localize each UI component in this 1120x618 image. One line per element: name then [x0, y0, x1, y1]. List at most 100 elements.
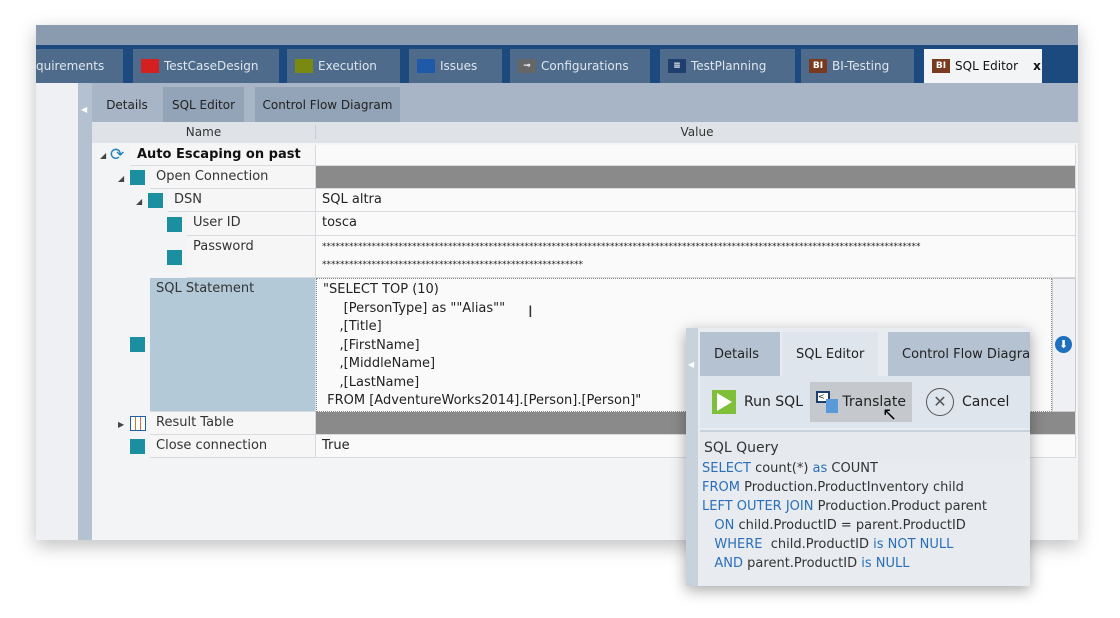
module-icon [148, 193, 163, 208]
module-icon [167, 217, 182, 232]
list-icon: ≡ [668, 59, 686, 73]
tab-testplanning[interactable]: ≡ TestPlanning [660, 49, 795, 83]
sql-text: Production.ProductInventory child [739, 480, 964, 495]
table-header: Name Value [92, 122, 1078, 143]
sql-keyword: is NULL [861, 556, 910, 571]
user-id-value[interactable]: tosca [316, 212, 1076, 236]
sql-text: Production.Product parent [813, 499, 988, 514]
tab-label: Configurations [541, 59, 629, 73]
tree-row-sql-statement[interactable]: SQL Statement [150, 278, 316, 412]
root-value [316, 145, 1076, 166]
popup-tab-details[interactable]: Details [700, 332, 780, 376]
sql-text: count(*) [750, 461, 813, 476]
tab-bi-testing[interactable]: BI BI-Testing [801, 49, 914, 83]
cancel-label: Cancel [962, 394, 1010, 410]
sql-text: child.ProductID [762, 537, 874, 552]
subtab-control-flow-diagram[interactable]: Control Flow Diagram [255, 87, 400, 122]
tab-label: Execution [318, 59, 377, 73]
module-icon [130, 170, 145, 185]
sub-tab-bar: Details SQL Editor Control Flow Diagram [92, 83, 1078, 122]
expand-triangle-icon[interactable]: ◢ [136, 197, 142, 206]
module-icon [130, 439, 145, 454]
sql-text: COUNT [827, 461, 878, 476]
sql-query-label: SQL Query [700, 430, 1030, 460]
tab-requirements[interactable]: quirements [36, 49, 123, 83]
bi-icon: BI [932, 59, 950, 73]
sql-line: "SELECT TOP (10) [323, 282, 439, 297]
sql-keyword: is NOT NULL [873, 537, 954, 552]
query-line: LEFT OUTER JOIN Production.Product paren… [702, 499, 1030, 518]
popup-tab-sql-editor[interactable]: SQL Editor [782, 332, 878, 376]
open-connection-value [316, 166, 1076, 189]
tree-row-user-id[interactable]: User ID [187, 212, 316, 236]
cancel-circle-icon: ✕ [926, 388, 954, 416]
bi-icon: BI [809, 59, 827, 73]
name-column-header: Name [92, 125, 316, 139]
tab-label: SQL Editor [955, 59, 1019, 73]
expand-triangle-icon[interactable]: ◢ [100, 151, 106, 160]
chevron-left-icon[interactable]: ◀ [688, 360, 694, 369]
folder-olive-icon [295, 59, 313, 73]
sql-keyword: FROM [702, 480, 740, 495]
popup-tab-control-flow-diagram[interactable]: Control Flow Diagram [888, 332, 1030, 376]
sql-keyword: WHERE [714, 537, 763, 552]
tab-label: TestPlanning [691, 59, 767, 73]
text-cursor-icon: I [528, 302, 533, 321]
sql-keyword: as [812, 461, 828, 476]
collapse-strip[interactable]: ◀ [686, 328, 698, 586]
run-sql-label: Run SQL [744, 394, 804, 410]
sql-editor-popup: ◀ Details SQL Editor Control Flow Diagra… [686, 328, 1030, 586]
tree-row-open-connection[interactable]: Open Connection [150, 166, 316, 189]
sql-keyword: ON [714, 518, 735, 533]
sql-query-text[interactable]: SELECT count(*) as COUNT FROM Production.… [702, 461, 1030, 586]
value-column-header: Value [680, 125, 714, 139]
collapse-strip[interactable]: ◀ [78, 83, 92, 540]
tree-row-result-table[interactable]: Result Table [150, 412, 316, 435]
tree-row-password[interactable]: Password [187, 236, 316, 278]
sql-keyword: SELECT [702, 461, 751, 476]
query-line: WHERE child.ProductID is NOT NULL [702, 537, 1030, 556]
module-icon [130, 337, 145, 352]
sql-scrollbar[interactable]: ⬇ [1052, 278, 1076, 412]
expand-triangle-icon[interactable]: ▶ [118, 420, 124, 429]
play-icon [712, 390, 736, 414]
dsn-value[interactable]: SQL altra [316, 189, 1076, 212]
query-line: ON child.ProductID = parent.ProductID [702, 518, 1030, 537]
tab-label: Issues [440, 59, 478, 73]
password-line-1: ****************************************… [322, 242, 921, 252]
tab-execution[interactable]: Execution [287, 49, 400, 83]
tree-row-root[interactable]: Auto Escaping on past [131, 145, 316, 166]
module-icon [167, 250, 182, 265]
table-icon [130, 416, 146, 431]
tab-label: BI-Testing [832, 59, 890, 73]
sql-keyword: AND [714, 556, 744, 571]
tab-configurations[interactable]: ⊸ Configurations [510, 49, 650, 83]
arrow-down-circle-icon[interactable]: ⬇ [1055, 336, 1072, 353]
expand-triangle-icon[interactable]: ◢ [118, 174, 124, 183]
tab-issues[interactable]: Issues [409, 49, 502, 83]
cancel-button[interactable]: ✕ Cancel [920, 382, 1015, 422]
tab-sql-editor[interactable]: BI SQL Editor x [924, 49, 1042, 83]
subtab-sql-editor[interactable]: SQL Editor [163, 87, 244, 122]
main-tab-bar: quirements TestCaseDesign Execution Issu… [36, 45, 1078, 83]
subtab-details[interactable]: Details [97, 87, 157, 122]
translate-icon: < [816, 391, 838, 413]
sql-text: child.ProductID = parent.ProductID [734, 518, 966, 533]
tree-row-dsn[interactable]: DSN [168, 189, 316, 212]
folder-red-icon [141, 59, 159, 73]
password-value[interactable]: ****************************************… [316, 236, 1076, 278]
left-sidebar [36, 83, 78, 540]
query-line: SELECT count(*) as COUNT [702, 461, 1030, 480]
chevron-left-icon[interactable]: ◀ [81, 105, 87, 114]
tab-label: quirements [36, 59, 105, 73]
run-sql-button[interactable]: Run SQL [706, 382, 809, 422]
folder-blue-icon [417, 59, 435, 73]
sql-line: [PersonType] as ""Alias"" [323, 300, 506, 316]
close-tab-button[interactable]: x [1033, 59, 1041, 73]
tree-row-close-connection[interactable]: Close connection [150, 435, 316, 458]
tab-testcasedesign[interactable]: TestCaseDesign [133, 49, 279, 83]
sql-keyword: LEFT OUTER JOIN [702, 499, 814, 514]
